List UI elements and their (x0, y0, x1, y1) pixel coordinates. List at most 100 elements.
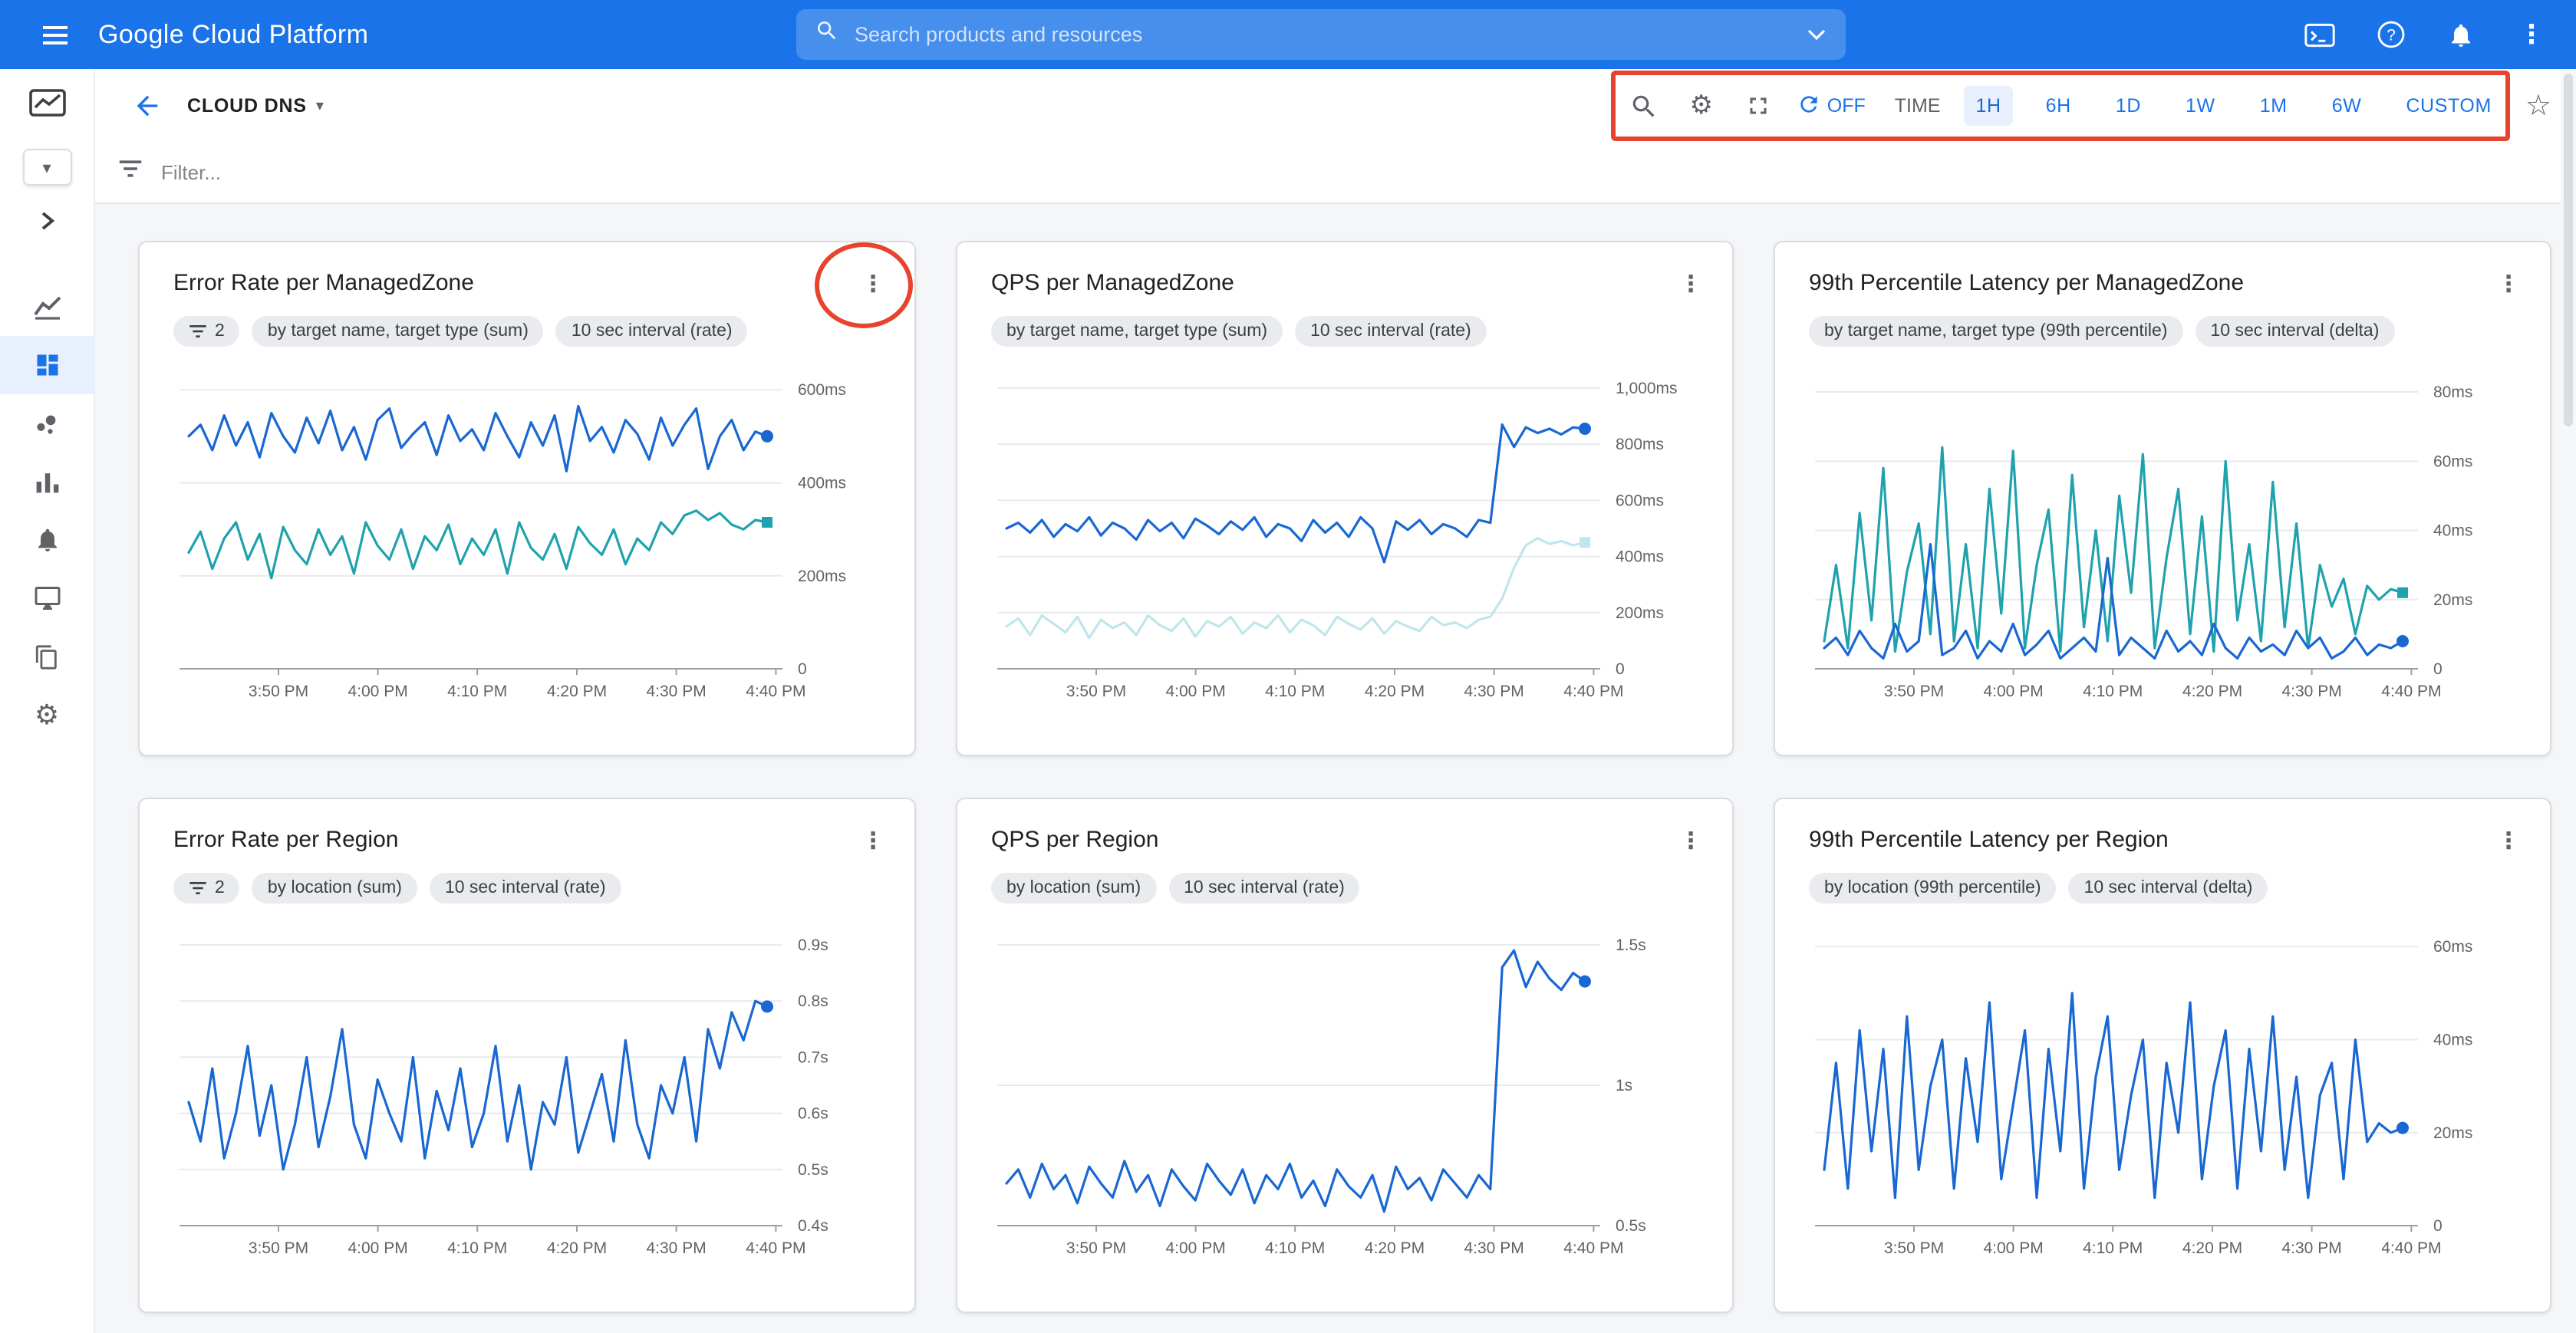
svg-text:4:10 PM: 4:10 PM (2083, 683, 2143, 700)
svg-text:4:00 PM: 4:00 PM (1165, 683, 1225, 700)
chip-row: by location (99th percentile) 10 sec int… (1809, 873, 2516, 903)
fullscreen-icon[interactable] (1740, 87, 1777, 124)
monitoring-logo-icon[interactable] (0, 69, 94, 140)
interval-chip[interactable]: 10 sec interval (rate) (430, 873, 621, 903)
interval-chip[interactable]: 10 sec interval (rate) (1295, 316, 1487, 347)
groups-copy-icon[interactable] (0, 627, 94, 686)
caret-down-icon: ▾ (42, 157, 51, 177)
card-menu-button[interactable]: ⋮ (2489, 264, 2528, 304)
interval-chip[interactable]: 10 sec interval (delta) (2069, 873, 2268, 903)
time-range-1w[interactable]: 1W (2173, 86, 2228, 126)
svg-text:3:50 PM: 3:50 PM (1066, 1239, 1126, 1257)
svg-text:800ms: 800ms (1616, 436, 1664, 453)
card-menu-button[interactable]: ⋮ (853, 264, 893, 304)
filter-count-chip[interactable]: 2 (173, 873, 240, 903)
svg-text:4:20 PM: 4:20 PM (1365, 683, 1425, 700)
cloud-shell-icon[interactable] (2300, 15, 2340, 54)
svg-text:0: 0 (2433, 1217, 2443, 1235)
interval-chip[interactable]: 10 sec interval (rate) (556, 316, 748, 347)
svg-text:4:10 PM: 4:10 PM (1265, 683, 1325, 700)
dashboards-icon[interactable] (0, 336, 94, 394)
settings-gear-icon[interactable]: ⚙ (0, 686, 94, 744)
svg-text:4:30 PM: 4:30 PM (1464, 1239, 1524, 1257)
svg-text:1,000ms: 1,000ms (1616, 380, 1678, 397)
back-arrow-icon[interactable] (126, 84, 169, 127)
svg-text:3:50 PM: 3:50 PM (1066, 683, 1126, 700)
svg-text:4:30 PM: 4:30 PM (2281, 683, 2341, 700)
bar-chart-icon[interactable] (0, 453, 94, 511)
card-menu-button[interactable]: ⋮ (2489, 821, 2528, 861)
kebab-icon: ⋮ (2497, 827, 2520, 854)
kebab-icon: ⋮ (2497, 270, 2520, 298)
more-icon[interactable]: ⋮ (2512, 15, 2551, 54)
workspace-dropdown-button[interactable]: ▾ (22, 149, 71, 186)
svg-text:0: 0 (2433, 660, 2443, 678)
svg-text:0: 0 (1616, 660, 1625, 678)
card-menu-button[interactable]: ⋮ (853, 821, 893, 861)
card-menu-button[interactable]: ⋮ (1671, 264, 1711, 304)
svg-text:40ms: 40ms (2433, 522, 2472, 540)
dashboard-selector[interactable]: CLOUD DNS ▾ (187, 95, 324, 117)
filter-input[interactable]: Filter... (161, 161, 221, 184)
settings-gear-icon[interactable]: ⚙ (1683, 87, 1720, 124)
line-chart[interactable]: 600ms400ms200ms03:50 PM4:00 PM4:10 PM4:2… (173, 356, 881, 721)
services-icon[interactable] (0, 394, 94, 453)
menu-icon[interactable] (25, 4, 86, 65)
filter-bar[interactable]: Filter... (95, 143, 2576, 204)
aggregation-chip[interactable]: by location (sum) (252, 873, 417, 903)
line-chart[interactable]: 1,000ms800ms600ms400ms200ms03:50 PM4:00 … (991, 356, 1698, 721)
card-menu-button[interactable]: ⋮ (1671, 821, 1711, 861)
line-chart[interactable]: 0.9s0.8s0.7s0.6s0.5s0.4s3:50 PM4:00 PM4:… (173, 913, 881, 1278)
interval-chip[interactable]: 10 sec interval (delta) (2195, 316, 2394, 347)
svg-text:4:00 PM: 4:00 PM (1983, 683, 2043, 700)
time-range-1d[interactable]: 1D (2103, 86, 2153, 126)
line-chart[interactable]: 80ms60ms40ms20ms03:50 PM4:00 PM4:10 PM4:… (1809, 356, 2516, 721)
uptime-checks-icon[interactable] (0, 569, 94, 627)
star-icon[interactable]: ☆ (2525, 91, 2551, 120)
help-icon[interactable]: ? (2370, 15, 2410, 54)
aggregation-chip[interactable]: by target name, target type (99th percen… (1809, 316, 2182, 347)
aggregation-chip[interactable]: by location (sum) (991, 873, 1156, 903)
svg-text:60ms: 60ms (2433, 938, 2472, 956)
scrollbar-thumb[interactable] (2564, 74, 2573, 426)
product-logo[interactable]: Google Cloud Platform (98, 19, 368, 50)
search-input[interactable]: Search products and resources (855, 23, 1790, 46)
svg-text:4:40 PM: 4:40 PM (1563, 683, 1623, 700)
svg-text:4:00 PM: 4:00 PM (1983, 1239, 2043, 1257)
aggregation-chip[interactable]: by location (99th percentile) (1809, 873, 2057, 903)
time-range-1m[interactable]: 1M (2248, 86, 2300, 126)
alerting-bell-icon[interactable] (0, 511, 94, 569)
chevron-down-icon[interactable] (1806, 21, 1827, 48)
notifications-icon[interactable] (2441, 15, 2481, 54)
svg-text:600ms: 600ms (798, 381, 846, 399)
filter-count-chip[interactable]: 2 (173, 316, 240, 347)
svg-text:0.5s: 0.5s (798, 1161, 828, 1179)
time-range-6w[interactable]: 6W (2320, 86, 2374, 126)
svg-text:4:40 PM: 4:40 PM (2381, 1239, 2441, 1257)
time-range-1h[interactable]: 1H (1963, 86, 2013, 126)
line-chart[interactable]: 1.5s1s0.5s3:50 PM4:00 PM4:10 PM4:20 PM4:… (991, 913, 1698, 1278)
chart-title: QPS per Region (991, 827, 1698, 853)
svg-text:0: 0 (798, 660, 807, 678)
time-range-6h[interactable]: 6H (2034, 86, 2084, 126)
time-label: TIME (1895, 95, 1941, 117)
aggregation-chip[interactable]: by target name, target type (sum) (991, 316, 1283, 347)
scrollbar[interactable] (2561, 69, 2576, 1333)
caret-down-icon: ▾ (316, 97, 324, 114)
line-chart[interactable]: 60ms40ms20ms03:50 PM4:00 PM4:10 PM4:20 P… (1809, 913, 2516, 1278)
svg-text:1s: 1s (1616, 1077, 1632, 1094)
metrics-explorer-icon[interactable] (0, 278, 94, 336)
dashboard-name: CLOUD DNS (187, 95, 307, 117)
expand-rail-icon[interactable] (0, 192, 94, 250)
search-bar[interactable]: Search products and resources (796, 9, 1846, 60)
kebab-icon: ⋮ (1679, 270, 1702, 298)
time-range-custom[interactable]: CUSTOM (2393, 86, 2504, 126)
app-bar-actions: ? ⋮ (2300, 15, 2551, 54)
chart-zoom-icon[interactable] (1626, 87, 1663, 124)
interval-chip[interactable]: 10 sec interval (rate) (1168, 873, 1360, 903)
filter-list-icon (118, 158, 143, 187)
chip-row: by location (sum) 10 sec interval (rate) (991, 873, 1698, 903)
svg-text:80ms: 80ms (2433, 383, 2472, 401)
auto-refresh-toggle[interactable]: OFF (1797, 91, 1866, 120)
aggregation-chip[interactable]: by target name, target type (sum) (252, 316, 544, 347)
